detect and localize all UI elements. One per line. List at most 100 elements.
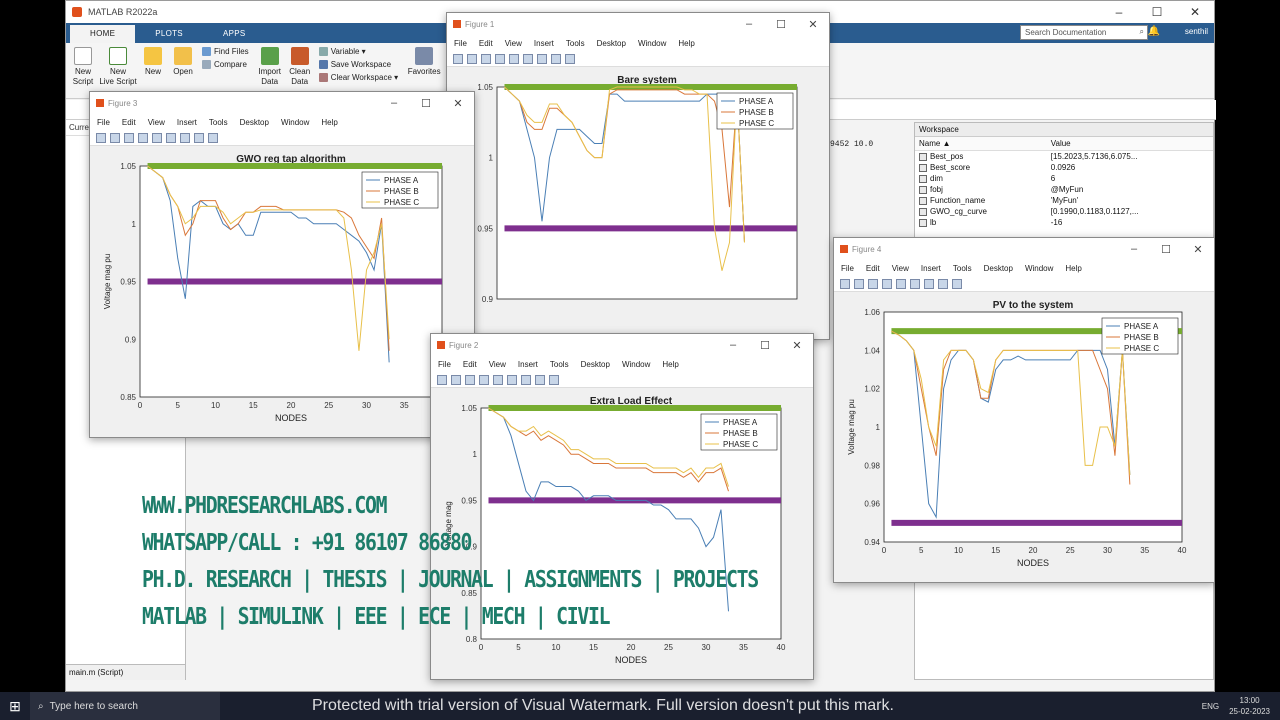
maximize-button[interactable]: ☐ xyxy=(1138,1,1176,23)
minimize-button[interactable]: – xyxy=(733,18,765,31)
layout-icon[interactable] xyxy=(537,53,547,64)
menu-desktop[interactable]: Desktop xyxy=(984,264,1013,273)
taskbar-search[interactable]: ⌕ Type here to search xyxy=(30,692,220,720)
datatip-icon[interactable] xyxy=(507,374,517,385)
layout-icon[interactable] xyxy=(521,374,531,385)
menu-insert[interactable]: Insert xyxy=(177,118,197,127)
layout-icon[interactable] xyxy=(180,132,190,143)
bell-icon[interactable]: 🔔 xyxy=(1148,26,1160,37)
open-icon[interactable] xyxy=(451,374,461,385)
menu-file[interactable]: File xyxy=(97,118,110,127)
menu-view[interactable]: View xyxy=(489,360,506,369)
cursor-icon[interactable] xyxy=(535,374,545,385)
save-icon[interactable] xyxy=(868,278,878,289)
print-icon[interactable] xyxy=(495,53,505,64)
figure-titlebar[interactable]: Figure 1 – ☐ ✕ xyxy=(447,13,829,35)
workspace-row[interactable]: dim 6 xyxy=(915,173,1213,184)
new-icon[interactable] xyxy=(453,53,463,64)
menu-desktop[interactable]: Desktop xyxy=(597,39,626,48)
menu-help[interactable]: Help xyxy=(678,39,694,48)
import-data-button[interactable]: Import Data xyxy=(255,47,285,87)
zoom-icon[interactable] xyxy=(152,132,162,143)
menu-edit[interactable]: Edit xyxy=(479,39,493,48)
menu-window[interactable]: Window xyxy=(1025,264,1053,273)
menu-view[interactable]: View xyxy=(505,39,522,48)
close-button[interactable]: ✕ xyxy=(781,339,813,352)
datatip-icon[interactable] xyxy=(523,53,533,64)
menu-file[interactable]: File xyxy=(841,264,854,273)
menu-edit[interactable]: Edit xyxy=(463,360,477,369)
property-icon[interactable] xyxy=(549,374,559,385)
script-details-bar[interactable]: main.m (Script) xyxy=(66,664,185,680)
maximize-button[interactable]: ☐ xyxy=(749,339,781,352)
close-button[interactable]: ✕ xyxy=(442,97,474,110)
datatip-icon[interactable] xyxy=(910,278,920,289)
find-files-button[interactable]: Find Files xyxy=(202,47,249,56)
maximize-button[interactable]: ☐ xyxy=(1150,243,1182,256)
property-icon[interactable] xyxy=(952,278,962,289)
menu-window[interactable]: Window xyxy=(622,360,650,369)
new-button[interactable]: New xyxy=(138,47,168,77)
menu-insert[interactable]: Insert xyxy=(518,360,538,369)
col-value[interactable]: Value xyxy=(1046,137,1213,151)
menu-desktop[interactable]: Desktop xyxy=(240,118,269,127)
new-script-button[interactable]: New Script xyxy=(68,47,98,87)
workspace-row[interactable]: GWO_cg_curve [0.1990,0.1183,0.1127,... xyxy=(915,206,1213,217)
compare-button[interactable]: Compare xyxy=(202,60,249,69)
clean-data-button[interactable]: Clean Data xyxy=(285,47,315,87)
user-menu[interactable]: senthil xyxy=(1185,27,1208,36)
cursor-icon[interactable] xyxy=(938,278,948,289)
maximize-button[interactable]: ☐ xyxy=(765,18,797,31)
menu-edit[interactable]: Edit xyxy=(866,264,880,273)
open-icon[interactable] xyxy=(854,278,864,289)
tab-home[interactable]: HOME xyxy=(70,25,136,43)
zoom-icon[interactable] xyxy=(896,278,906,289)
menu-tools[interactable]: Tools xyxy=(953,264,972,273)
language-indicator[interactable]: ENG xyxy=(1202,702,1219,711)
new-live-script-button[interactable]: New Live Script xyxy=(98,47,138,87)
cursor-icon[interactable] xyxy=(551,53,561,64)
save-icon[interactable] xyxy=(481,53,491,64)
menu-tools[interactable]: Tools xyxy=(566,39,585,48)
menu-window[interactable]: Window xyxy=(638,39,666,48)
minimize-button[interactable]: – xyxy=(717,339,749,352)
figure-4-window[interactable]: Figure 4 – ☐ ✕ File Edit View Insert Tools Deskto… xyxy=(833,237,1215,583)
figure-titlebar[interactable]: Figure 4 – ☐ ✕ xyxy=(834,238,1214,260)
workspace-row[interactable]: Function_name 'MyFun' xyxy=(915,195,1213,206)
workspace-row[interactable]: lb -16 xyxy=(915,217,1213,228)
menu-tools[interactable]: Tools xyxy=(209,118,228,127)
print-icon[interactable] xyxy=(882,278,892,289)
menu-insert[interactable]: Insert xyxy=(534,39,554,48)
print-icon[interactable] xyxy=(479,374,489,385)
menu-window[interactable]: Window xyxy=(281,118,309,127)
save-workspace-button[interactable]: Save Workspace xyxy=(318,60,398,69)
variable-button[interactable]: Variable ▾ xyxy=(318,47,398,56)
open-button[interactable]: Open xyxy=(168,47,198,77)
menu-desktop[interactable]: Desktop xyxy=(581,360,610,369)
workspace-row[interactable]: fobj @MyFun xyxy=(915,184,1213,195)
figure-3-window[interactable]: Figure 3 – ☐ ✕ File Edit View Insert Tools Deskto… xyxy=(89,91,475,438)
menu-help[interactable]: Help xyxy=(662,360,678,369)
layout-icon[interactable] xyxy=(924,278,934,289)
property-icon[interactable] xyxy=(208,132,218,143)
print-icon[interactable] xyxy=(138,132,148,143)
figure-titlebar[interactable]: Figure 3 – ☐ ✕ xyxy=(90,92,474,114)
zoom-icon[interactable] xyxy=(509,53,519,64)
workspace-row[interactable]: Best_score 0.0926 xyxy=(915,162,1213,173)
save-icon[interactable] xyxy=(465,374,475,385)
menu-insert[interactable]: Insert xyxy=(921,264,941,273)
new-icon[interactable] xyxy=(840,278,850,289)
minimize-button[interactable]: – xyxy=(378,97,410,110)
menu-help[interactable]: Help xyxy=(1065,264,1081,273)
menu-edit[interactable]: Edit xyxy=(122,118,136,127)
close-button[interactable]: ✕ xyxy=(1182,243,1214,256)
figure-1-window[interactable]: Figure 1 – ☐ ✕ File Edit View Insert Tools Deskto… xyxy=(446,12,830,340)
minimize-button[interactable]: – xyxy=(1118,243,1150,256)
property-icon[interactable] xyxy=(565,53,575,64)
new-icon[interactable] xyxy=(437,374,447,385)
menu-tools[interactable]: Tools xyxy=(550,360,569,369)
clear-workspace-button[interactable]: Clear Workspace ▾ xyxy=(318,73,398,82)
menu-view[interactable]: View xyxy=(148,118,165,127)
datatip-icon[interactable] xyxy=(166,132,176,143)
figure-titlebar[interactable]: Figure 2 – ☐ ✕ xyxy=(431,334,813,356)
